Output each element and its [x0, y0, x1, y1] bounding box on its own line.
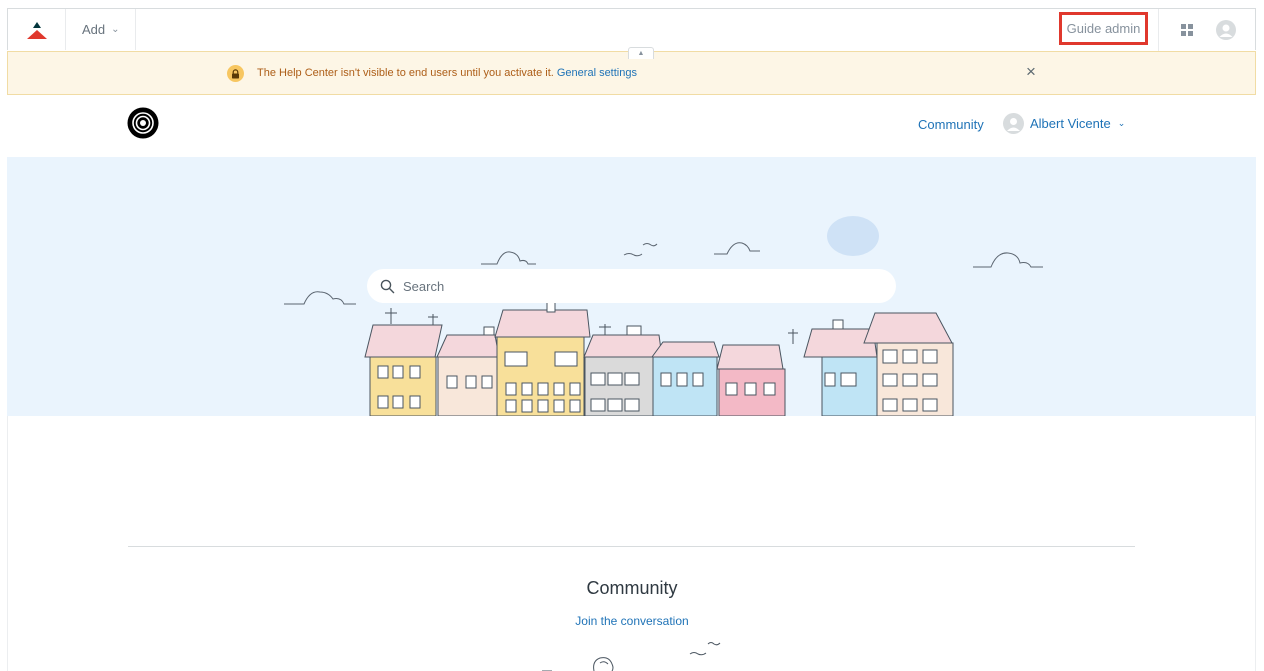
search-icon [380, 279, 395, 293]
join-conversation-link[interactable]: Join the conversation [0, 614, 1264, 628]
user-avatar-icon [1003, 113, 1024, 134]
apps-grid-icon[interactable] [1180, 23, 1194, 37]
chevron-down-icon: ⌄ [1117, 118, 1126, 128]
guide-admin-button[interactable]: Guide admin [1059, 12, 1148, 45]
search-bar[interactable] [367, 269, 896, 303]
add-menu-label: Add [82, 22, 106, 37]
community-illustration [542, 642, 721, 671]
nav-community-link[interactable]: Community [918, 117, 984, 132]
user-avatar-icon[interactable] [1216, 20, 1236, 40]
chevron-down-icon: ⌄ [111, 24, 120, 35]
user-name: Albert Vicente [1030, 116, 1111, 131]
admin-top-bar: Add ⌄ Guide admin [7, 8, 1256, 51]
zendesk-guide-logo[interactable] [8, 9, 66, 50]
add-menu-button[interactable]: Add ⌄ [66, 9, 136, 50]
guide-logo-icon [26, 21, 47, 39]
top-bar-divider [1158, 9, 1159, 51]
notice-message-text: The Help Center isn't visible to end use… [257, 67, 554, 79]
user-menu[interactable]: Albert Vicente ⌄ [1003, 113, 1125, 134]
close-icon[interactable]: × [1023, 63, 1039, 81]
section-divider [128, 546, 1135, 547]
lock-icon [227, 65, 244, 82]
general-settings-link[interactable]: General settings [557, 67, 637, 79]
help-center-logo-icon[interactable] [127, 107, 159, 139]
collapse-bar-toggle[interactable]: ▲ [628, 47, 654, 59]
search-input[interactable] [403, 278, 873, 294]
page-edge-right [1255, 416, 1256, 671]
page-edge-left [7, 416, 8, 671]
community-section-title: Community [586, 578, 678, 598]
notice-message: The Help Center isn't visible to end use… [257, 67, 637, 79]
